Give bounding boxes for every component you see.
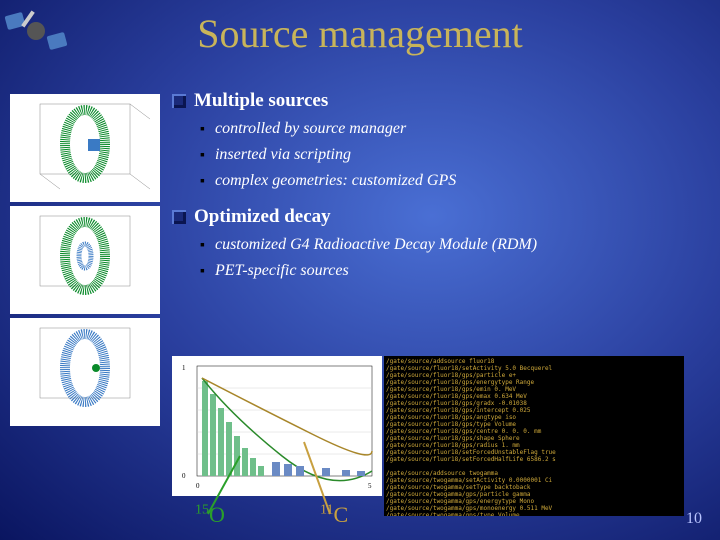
heading-multiple-sources: Multiple sources <box>172 90 700 112</box>
code-listing: /gate/source/addsource fluor18 /gate/sou… <box>384 356 684 516</box>
list-item: controlled by source manager <box>200 120 700 140</box>
slide-title: Source management <box>0 10 720 57</box>
geometry-thumb-2 <box>10 206 160 314</box>
geometry-thumb-3 <box>10 318 160 426</box>
geometry-thumb-1 <box>10 94 160 202</box>
heading-optimized-decay: Optimized decay <box>172 206 700 228</box>
page-number: 10 <box>686 510 702 528</box>
svg-text:5: 5 <box>368 482 372 490</box>
heading-text: Optimized decay <box>194 206 331 228</box>
list-optimized-decay: customized G4 Radioactive Decay Module (… <box>200 236 700 282</box>
list-item: complex geometries: customized GPS <box>200 172 700 192</box>
isotope-o15: 15O <box>195 502 225 528</box>
svg-text:0: 0 <box>182 472 186 480</box>
list-multiple-sources: controlled by source manager inserted vi… <box>200 120 700 192</box>
list-item: customized G4 Radioactive Decay Module (… <box>200 236 700 256</box>
list-item: inserted via scripting <box>200 146 700 166</box>
content-area: Multiple sources controlled by source ma… <box>172 90 700 296</box>
svg-text:1: 1 <box>182 364 186 372</box>
decay-graph: 1 0 0 5 <box>172 356 382 496</box>
svg-text:0: 0 <box>196 482 200 490</box>
isotope-c11: 11C <box>320 502 348 528</box>
list-item: PET-specific sources <box>200 262 700 282</box>
thumbnail-column <box>10 94 160 426</box>
heading-text: Multiple sources <box>194 90 328 112</box>
